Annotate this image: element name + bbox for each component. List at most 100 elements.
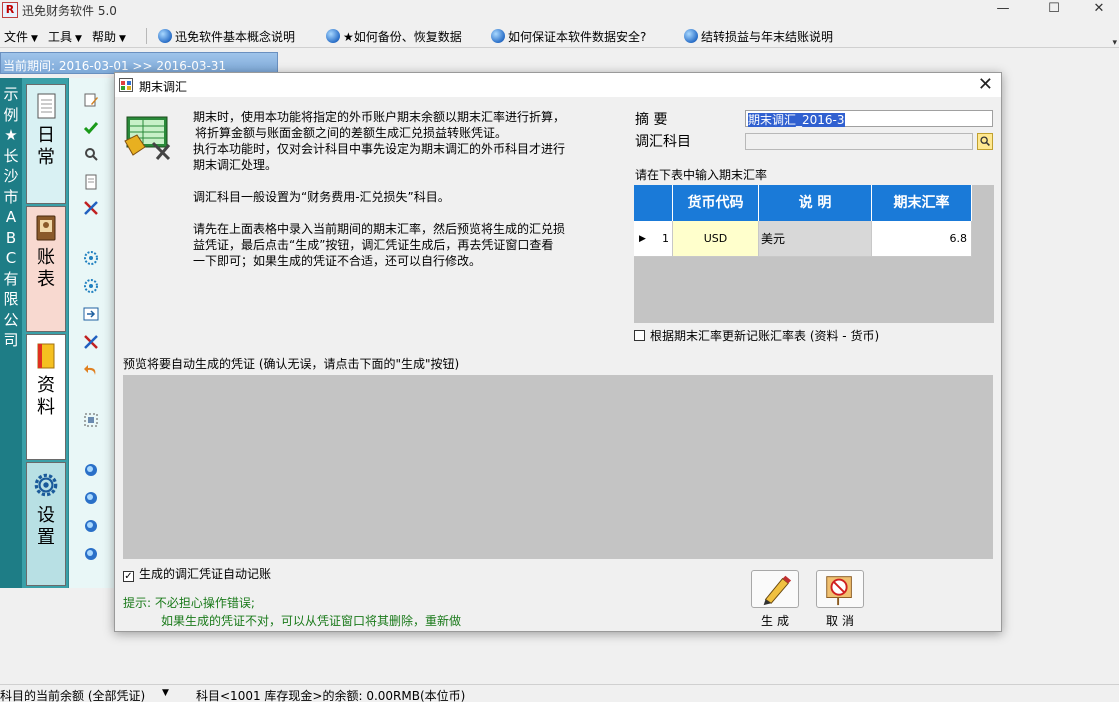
period-rate-cell[interactable]: 6.8 xyxy=(872,221,972,257)
ie-globe-icon[interactable] xyxy=(83,518,99,534)
summary-label: 摘 要 xyxy=(635,112,668,128)
document-icon[interactable] xyxy=(83,174,99,190)
period-end-revaluation-dialog: 期末调汇 ✕ 期末时，使用本功能将指定的外币账户期末余额以期末汇率进行折算， 将… xyxy=(114,72,1002,632)
company-char: 沙 xyxy=(3,167,19,185)
cancel-button[interactable] xyxy=(816,570,864,608)
nav-tab-label: 资 xyxy=(37,375,55,396)
update-rate-table-label: 根据期末汇率更新记账汇率表 (资料 - 货币) xyxy=(650,329,880,343)
table-row-header[interactable]: ▶ 1 xyxy=(634,221,673,257)
tools-icon[interactable] xyxy=(83,334,99,350)
row-indicator-icon: ▶ xyxy=(639,234,646,244)
ie-globe-icon[interactable] xyxy=(83,462,99,478)
instruction-line: 调汇科目一般设置为“财务费用-汇兑损失”科目。 xyxy=(193,190,450,204)
column-header-description: 说 明 xyxy=(759,185,872,221)
pen-icon xyxy=(763,575,792,606)
search-icon[interactable] xyxy=(83,146,99,162)
nav-tab-label: 料 xyxy=(37,397,55,418)
instruction-line: 益凭证，最后点击“生成”按钮，调汇凭证生成后，再去凭证窗口查看 xyxy=(193,238,554,252)
help-link-label: 结转损益与年末结账说明 xyxy=(701,30,834,44)
instruction-line: 期末调汇处理。 xyxy=(193,158,278,172)
help-link-concepts[interactable]: 迅免软件基本概念说明 xyxy=(158,28,295,45)
toolbar-overflow-icon[interactable]: ▾ xyxy=(1112,38,1117,48)
chevron-down-icon[interactable]: ▼ xyxy=(162,688,169,698)
checkbox-box xyxy=(634,330,645,341)
tools-icon[interactable] xyxy=(83,200,99,216)
voucher-preview-grid[interactable] xyxy=(123,375,993,559)
app-title: 迅免财务软件 5.0 xyxy=(22,4,117,18)
cancel-button-label: 取消 xyxy=(825,614,858,628)
chevron-down-icon: ▼ xyxy=(119,34,126,44)
maximize-button[interactable]: ☐ xyxy=(1031,0,1077,20)
status-bar: 科目的当前余额 (全部凭证) ▼ 科目<1001 库存现金>的余额: 0.00R… xyxy=(0,684,1119,702)
gear-icon xyxy=(34,473,58,497)
select-frame-icon[interactable] xyxy=(83,412,99,428)
menu-tools[interactable]: 工具 ▼ xyxy=(48,28,82,45)
help-link-label: ★如何备份、恢复数据 xyxy=(343,30,462,44)
ledger-book-icon xyxy=(36,215,56,241)
close-window-button[interactable]: ✕ xyxy=(1076,0,1119,20)
data-book-icon xyxy=(37,343,55,369)
checkbox-checked-icon: ✓ xyxy=(123,571,134,582)
nav-tab-label: 账 xyxy=(37,247,55,268)
currency-code-cell[interactable]: USD xyxy=(673,221,759,257)
instruction-line: 一下即可；如果生成的凭证不合适，还可以自行修改。 xyxy=(193,254,482,268)
dialog-close-button[interactable]: ✕ xyxy=(978,74,993,95)
instruction-line: 将折算金额与账面金额之间的差额生成汇兑损益转账凭证。 xyxy=(195,126,508,140)
nav-tab-ledger[interactable]: 账 表 xyxy=(26,206,66,332)
nav-tab-settings[interactable]: 设 置 xyxy=(26,462,66,586)
settings-gear-icon[interactable] xyxy=(83,250,99,266)
menu-tools-label: 工具 xyxy=(48,30,73,44)
help-link-closing[interactable]: 结转损益与年末结账说明 xyxy=(684,28,833,45)
row-number: 1 xyxy=(662,232,669,245)
settings-gear-icon[interactable] xyxy=(83,278,99,294)
instruction-line: 执行本功能时，仅对会计科目中事先设定为期末调汇的外币科目才进行 xyxy=(193,142,566,156)
minimize-button[interactable]: — xyxy=(980,0,1026,20)
menu-file[interactable]: 文件 ▼ xyxy=(4,28,38,45)
undo-arrow-icon[interactable] xyxy=(83,362,99,378)
period-bar: 当前期间: 2016-03-01 >> 2016-03-31 xyxy=(0,52,278,74)
ie-globe-icon xyxy=(326,29,340,43)
ie-globe-icon xyxy=(158,29,172,43)
company-char: 公 xyxy=(3,310,19,329)
account-lookup-search-icon[interactable] xyxy=(977,133,993,150)
currency-description-cell: 美元 xyxy=(759,221,872,257)
column-header-currency-code: 货币代码 xyxy=(673,185,759,221)
summary-input[interactable]: 期末调汇_2016-3 xyxy=(745,110,993,127)
ie-globe-icon[interactable] xyxy=(83,546,99,562)
nav-tab-label: 日 xyxy=(37,125,55,146)
edit-icon[interactable] xyxy=(83,92,99,108)
function-panel xyxy=(68,78,118,588)
grid-corner-header xyxy=(634,185,673,221)
checkmark-icon[interactable] xyxy=(83,120,99,136)
company-char: 例 xyxy=(3,105,19,124)
chevron-down-icon: ▼ xyxy=(75,34,82,44)
company-char: ★ xyxy=(4,126,18,144)
instruction-gap xyxy=(193,173,573,189)
help-link-backup[interactable]: ★如何备份、恢复数据 xyxy=(326,28,462,45)
help-link-label: 如何保证本软件数据安全? xyxy=(508,30,647,44)
nav-tab-data[interactable]: 资 料 xyxy=(26,334,66,460)
nav-tab-daily[interactable]: 日 常 xyxy=(26,84,66,204)
help-link-label: 迅免软件基本概念说明 xyxy=(175,30,296,44)
account-input[interactable] xyxy=(745,133,973,150)
app-logo-icon: R xyxy=(2,2,18,18)
column-header-period-rate: 期末汇率 xyxy=(872,185,972,221)
instruction-line: 期末时，使用本功能将指定的外币账户期末余额以期末汇率进行折算， xyxy=(193,110,566,124)
account-label: 调汇科目 xyxy=(635,134,691,150)
instruction-line: 请先在上面表格中录入当前期间的期末汇率，然后预览将生成的汇兑损 xyxy=(193,222,566,236)
dialog-title: 期末调汇 xyxy=(139,80,188,94)
app-window-icon xyxy=(119,78,133,92)
help-link-security[interactable]: 如何保证本软件数据安全? xyxy=(491,28,646,45)
transfer-icon[interactable] xyxy=(83,306,99,322)
update-rate-table-checkbox[interactable]: 根据期末汇率更新记账汇率表 (资料 - 货币) xyxy=(634,327,879,344)
generate-button[interactable] xyxy=(751,570,799,608)
auto-post-checkbox[interactable]: ✓ 生成的调汇凭证自动记账 xyxy=(123,565,271,582)
company-char: 示 xyxy=(3,85,19,103)
company-name-strip: 示 例 ★ 长 沙 市 A B C 有 限 公 司 xyxy=(0,78,22,588)
menu-help[interactable]: 帮助 ▼ xyxy=(92,28,126,45)
nav-tab-label: 设 xyxy=(37,505,55,526)
exchange-rate-grid: 货币代码 说 明 期末汇率 ▶ 1 USD 美元 6.8 xyxy=(634,185,994,323)
ie-globe-icon xyxy=(684,29,698,43)
menu-file-label: 文件 xyxy=(4,30,29,44)
ie-globe-icon[interactable] xyxy=(83,490,99,506)
